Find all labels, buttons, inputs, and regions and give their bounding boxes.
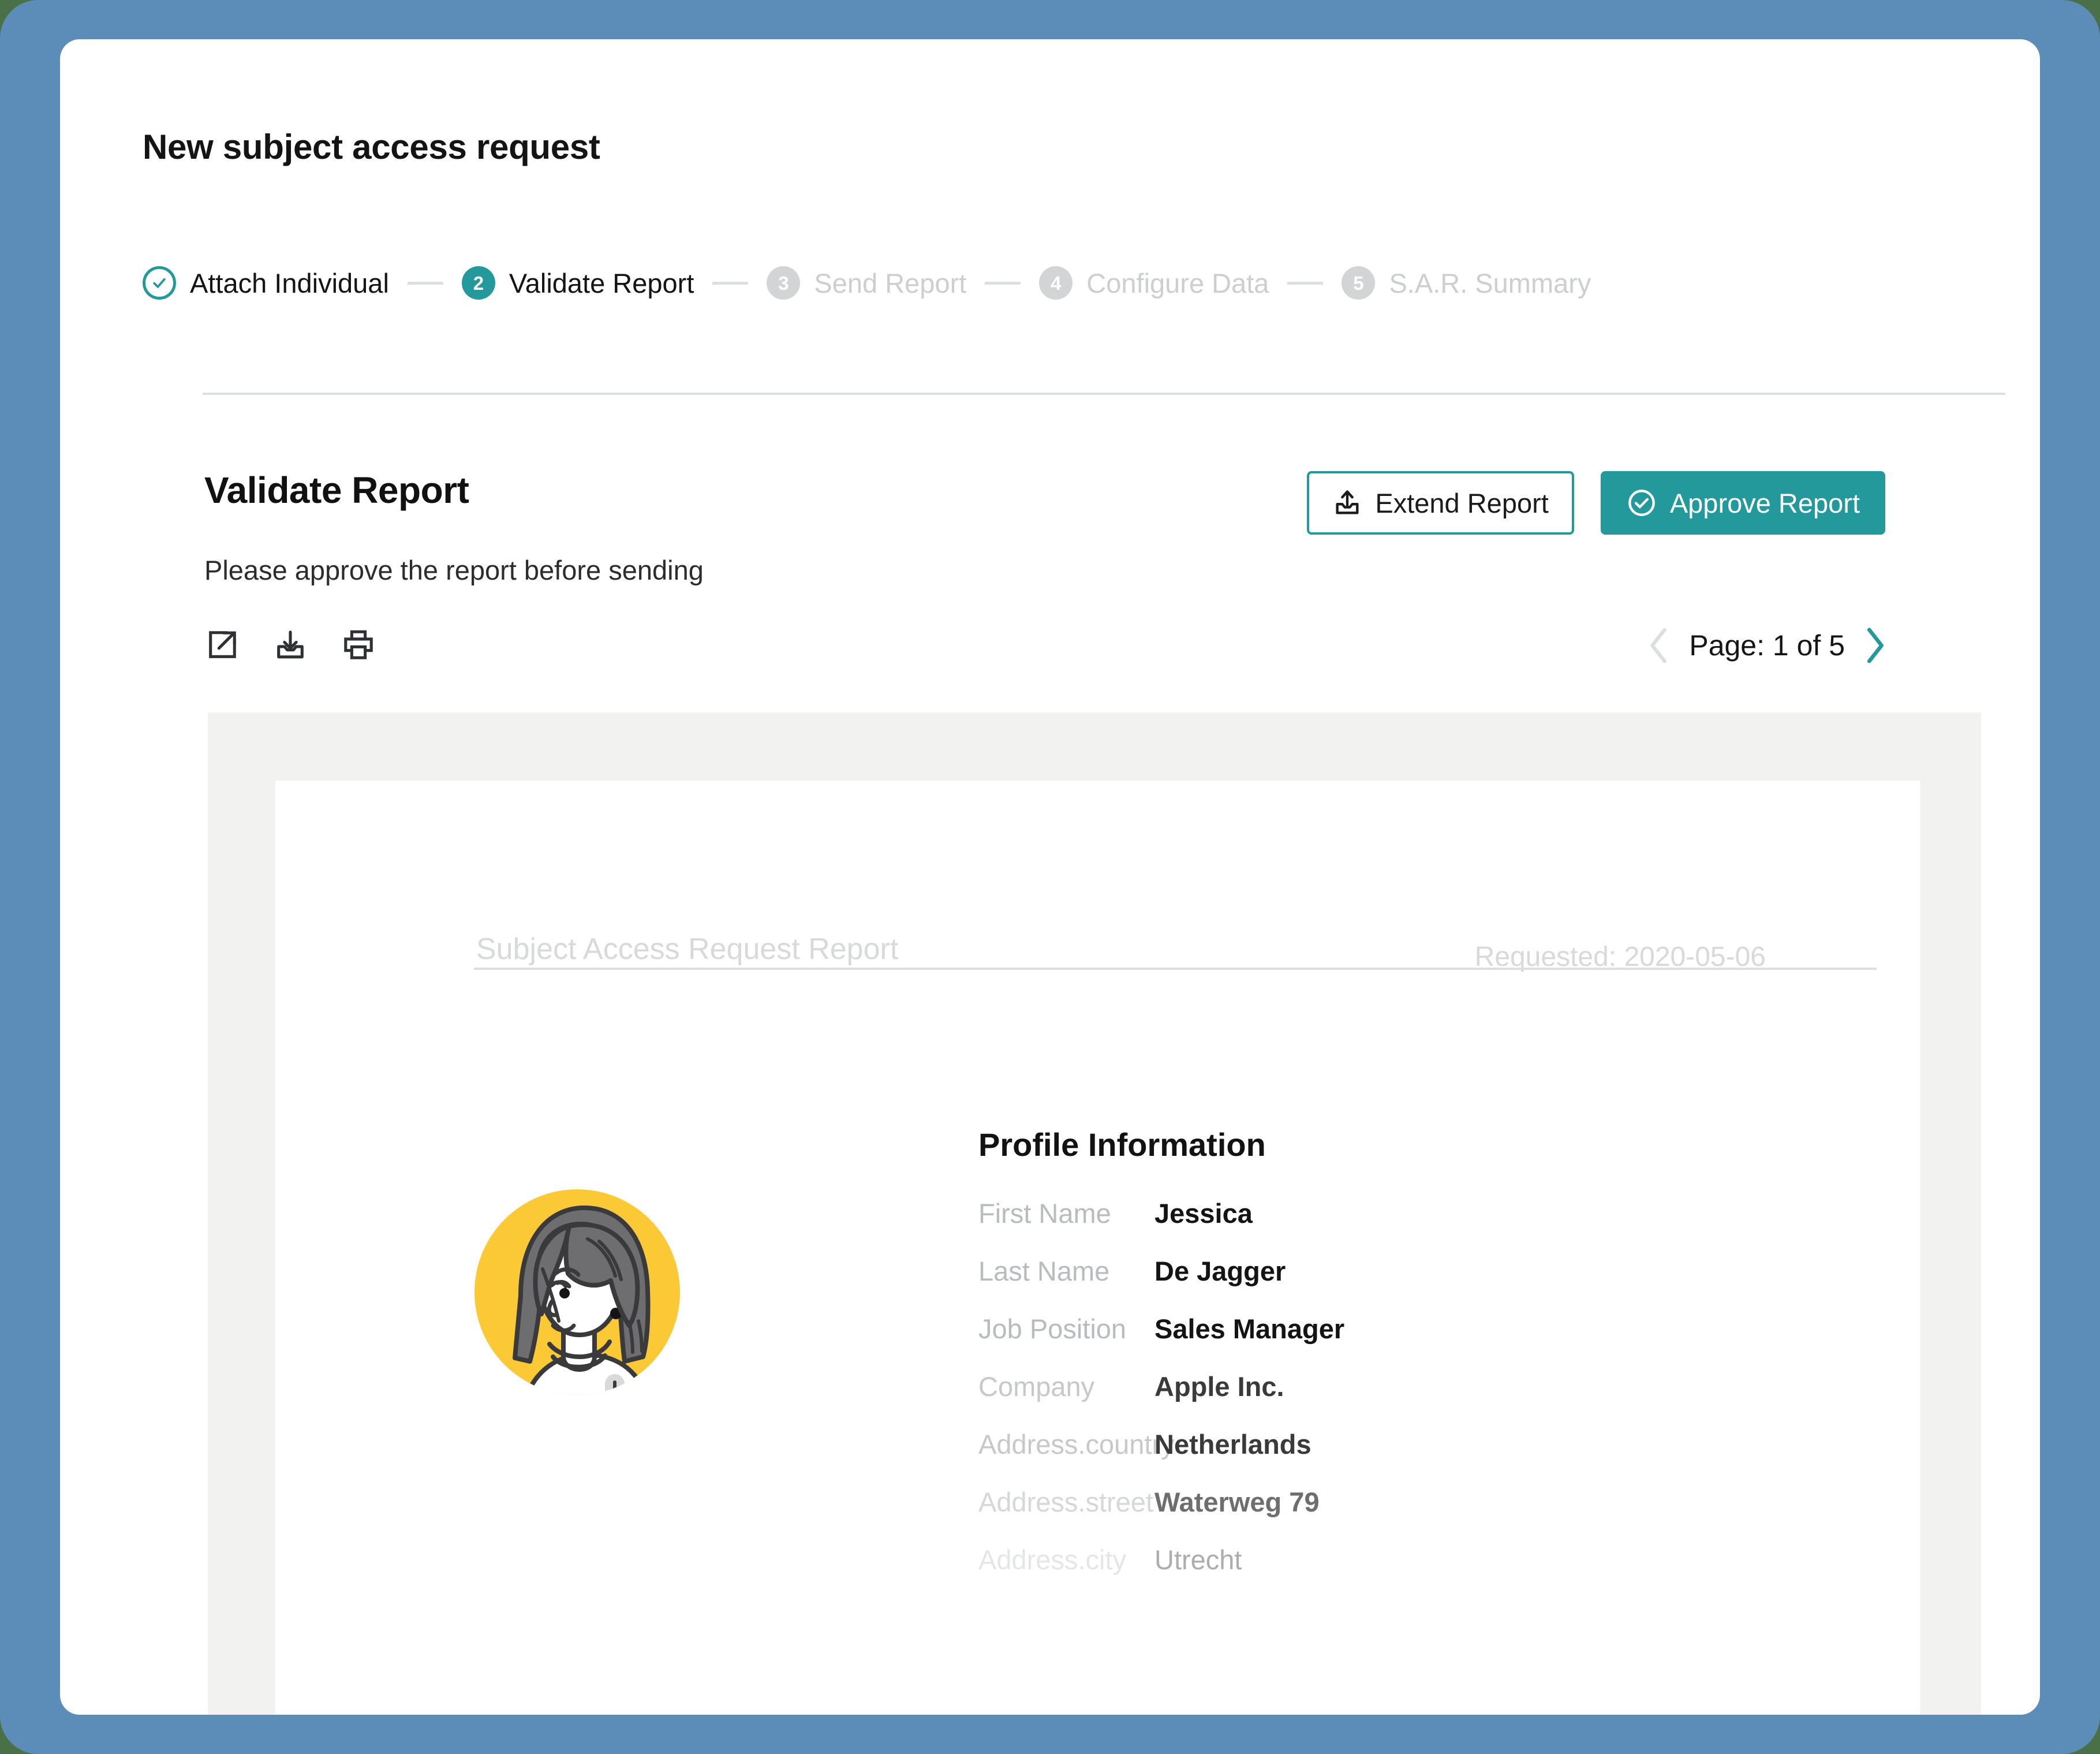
step-marker-future: 5 bbox=[1342, 266, 1376, 300]
action-button-group: Extend Report Approve Report bbox=[1307, 471, 1885, 535]
stepper-step-label: S.A.R. Summary bbox=[1389, 267, 1591, 298]
chevron-right-icon bbox=[1867, 628, 1884, 663]
extend-report-button[interactable]: Extend Report bbox=[1307, 471, 1574, 535]
profile-row: Address.city Utrecht bbox=[978, 1544, 1344, 1602]
profile-value: Sales Manager bbox=[1154, 1313, 1345, 1344]
stepper-separator bbox=[985, 281, 1021, 285]
report-pagination: Page: 1 of 5 bbox=[1644, 626, 1890, 665]
preview-toolbar bbox=[204, 627, 376, 663]
profile-value: Waterweg 79 bbox=[1154, 1487, 1320, 1517]
header-divider bbox=[203, 393, 2005, 395]
user-avatar-illustration bbox=[456, 1171, 698, 1413]
step-marker-active: 2 bbox=[461, 266, 495, 300]
report-preview-panel[interactable]: Subject Access Request Report Requested:… bbox=[208, 712, 1981, 1715]
stepper-step-configure-data[interactable]: 4 Configure Data bbox=[1039, 266, 1269, 300]
profile-key: Address.country bbox=[978, 1429, 1175, 1460]
window-frame: New subject access request Attach Indivi… bbox=[0, 0, 2100, 1754]
profile-value: Netherlands bbox=[1154, 1429, 1311, 1460]
profile-key: Job Position bbox=[978, 1313, 1127, 1344]
step-marker-future: 3 bbox=[767, 266, 801, 300]
stepper-step-label: Configure Data bbox=[1086, 267, 1269, 298]
profile-key: Company bbox=[978, 1371, 1095, 1402]
extend-report-label: Extend Report bbox=[1375, 487, 1549, 518]
check-circle-icon bbox=[1628, 490, 1655, 516]
stepper-step-label: Validate Report bbox=[509, 267, 694, 298]
step-number: 4 bbox=[1051, 272, 1062, 294]
profile-key: First Name bbox=[978, 1198, 1111, 1229]
section-title: Validate Report bbox=[204, 469, 469, 511]
report-page: Subject Access Request Report Requested:… bbox=[275, 781, 1920, 1715]
download-button[interactable] bbox=[272, 627, 308, 663]
stepper-separator bbox=[712, 281, 749, 285]
stepper-step-label: Attach Individual bbox=[190, 267, 389, 298]
report-title: Subject Access Request Report bbox=[476, 932, 899, 966]
stepper-separator bbox=[407, 281, 443, 285]
profile-row: Last Name De Jagger bbox=[978, 1255, 1344, 1313]
profile-value: Utrecht bbox=[1154, 1544, 1242, 1575]
profile-row: Job Position Sales Manager bbox=[978, 1313, 1344, 1371]
approve-report-label: Approve Report bbox=[1669, 487, 1860, 518]
wizard-stepper: Attach Individual 2 Validate Report 3 Se… bbox=[143, 260, 1591, 306]
profile-key: Address.city bbox=[978, 1544, 1126, 1575]
step-number: 3 bbox=[778, 272, 789, 294]
profile-row: First Name Jessica bbox=[978, 1197, 1344, 1255]
profile-key: Address.street bbox=[978, 1487, 1154, 1517]
open-external-icon bbox=[209, 631, 236, 658]
stepper-step-label: Send Report bbox=[814, 267, 967, 298]
profile-value: De Jagger bbox=[1154, 1256, 1286, 1286]
profile-row: Company Apple Inc. bbox=[978, 1371, 1344, 1428]
step-marker-done bbox=[143, 266, 176, 300]
stepper-step-validate-report[interactable]: 2 Validate Report bbox=[461, 266, 694, 300]
stepper-step-send-report[interactable]: 3 Send Report bbox=[767, 266, 966, 300]
stepper-step-sar-summary[interactable]: 5 S.A.R. Summary bbox=[1342, 266, 1591, 300]
profile-value: Apple Inc. bbox=[1154, 1371, 1284, 1402]
step-marker-future: 4 bbox=[1039, 266, 1073, 300]
check-icon bbox=[153, 278, 166, 288]
previous-page-button[interactable] bbox=[1644, 626, 1674, 665]
page-title: New subject access request bbox=[143, 128, 600, 166]
profile-row: Address.street Waterweg 79 bbox=[978, 1486, 1344, 1544]
chevron-left-icon bbox=[1650, 628, 1667, 663]
section-subtitle: Please approve the report before sending bbox=[204, 555, 704, 585]
profile-value: Jessica bbox=[1154, 1198, 1253, 1229]
print-button[interactable] bbox=[341, 627, 376, 663]
print-icon bbox=[344, 630, 373, 659]
open-in-new-window-button[interactable] bbox=[204, 627, 240, 663]
download-icon bbox=[277, 630, 304, 659]
profile-key: Last Name bbox=[978, 1256, 1110, 1286]
stepper-separator bbox=[1287, 281, 1324, 285]
report-divider bbox=[474, 968, 1877, 970]
report-header: Subject Access Request Report Requested:… bbox=[275, 781, 1920, 1075]
avatar-svg bbox=[474, 1189, 680, 1395]
app-card: New subject access request Attach Indivi… bbox=[60, 39, 2040, 1715]
next-page-button[interactable] bbox=[1860, 626, 1890, 665]
profile-row: Address.country Netherlands bbox=[978, 1428, 1344, 1486]
approve-report-button[interactable]: Approve Report bbox=[1600, 471, 1885, 535]
stepper-step-attach-individual[interactable]: Attach Individual bbox=[143, 266, 389, 300]
page-indicator-label: Page: 1 of 5 bbox=[1689, 629, 1845, 662]
step-number: 5 bbox=[1353, 272, 1364, 294]
profile-heading: Profile Information bbox=[978, 1126, 1266, 1163]
upload-icon bbox=[1336, 490, 1359, 514]
profile-information-block: Profile Information First Name Jessica L… bbox=[978, 1126, 1344, 1602]
step-number: 2 bbox=[473, 272, 484, 294]
